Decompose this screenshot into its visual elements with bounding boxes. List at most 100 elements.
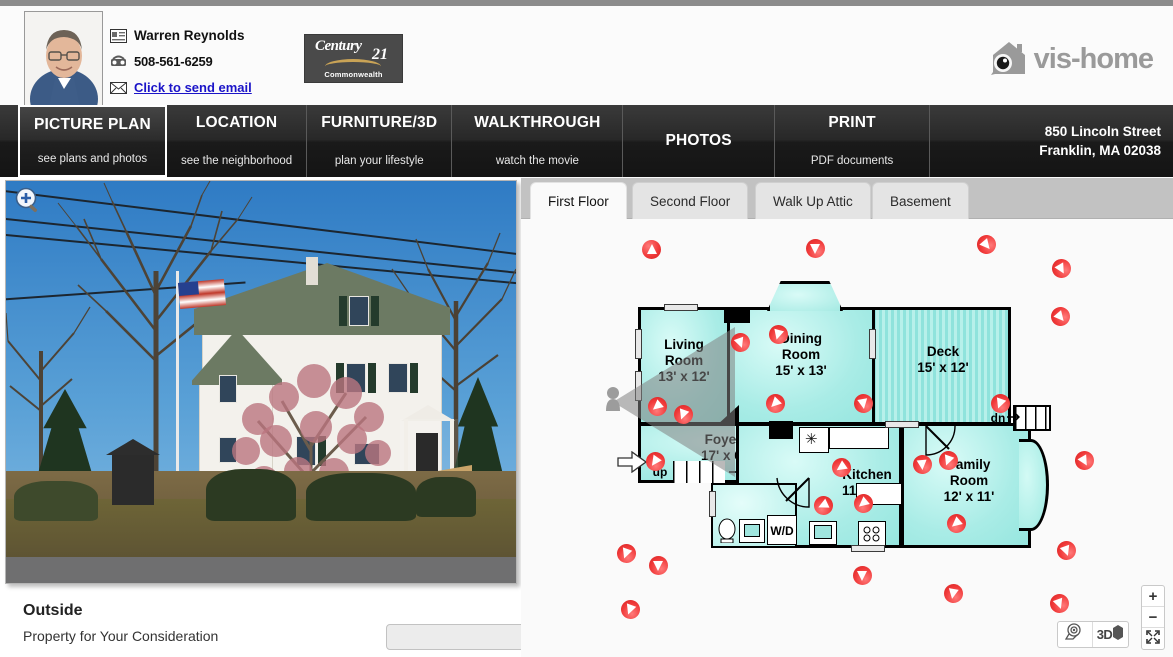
nav-title: WALKTHROUGH: [474, 114, 601, 131]
photo-title: Outside: [23, 602, 83, 619]
room-name-2: Room: [949, 473, 989, 488]
tab-label: First Floor: [548, 193, 609, 209]
nav-item-location[interactable]: LOCATION see the neighborhood: [167, 105, 308, 177]
fullscreen-expand-icon: [1146, 629, 1160, 648]
viewer-head-icon: [603, 385, 623, 416]
tab-second-floor[interactable]: Second Floor: [632, 182, 749, 219]
vis-home-logo[interactable]: vis-home: [987, 38, 1154, 81]
shrub: [14, 481, 98, 521]
send-email-link[interactable]: Click to send email: [134, 80, 252, 95]
shrub: [206, 469, 296, 521]
camera-marker[interactable]: [942, 582, 965, 605]
measuring-tape-icon: [1064, 623, 1085, 646]
camera-marker[interactable]: [618, 597, 643, 622]
view-tools: 3D: [1057, 621, 1129, 648]
envelope-icon: [110, 81, 127, 95]
tab-label: Basement: [890, 193, 951, 209]
wall-block: [724, 307, 750, 323]
nav-title: LOCATION: [195, 114, 278, 131]
nav-item-photos[interactable]: PHOTOS: [623, 105, 775, 177]
nav-subtitle: plan your lifestyle: [334, 155, 424, 167]
tab-first-floor[interactable]: First Floor: [530, 182, 627, 219]
main-content: Outside Property for Your Consideration …: [0, 177, 1173, 657]
floor-tabs: First Floor Second Floor Walk Up Attic B…: [521, 178, 1173, 219]
window-opening: [869, 329, 876, 359]
address-line-1: 850 Lincoln Street: [1044, 124, 1161, 139]
camera-marker[interactable]: [1048, 255, 1075, 282]
nav-item-furniture-3d[interactable]: FURNITURE/3D plan your lifestyle: [307, 105, 453, 177]
room-name-2: Room: [781, 347, 821, 362]
washer-dryer-label: W/D: [770, 524, 794, 538]
nav-subtitle: PDF documents: [810, 155, 894, 167]
family-room-bow-window: [1019, 439, 1049, 531]
door-swing-kitchen: [776, 477, 810, 516]
property-photo[interactable]: [5, 180, 517, 584]
room-dims: 12' x 11': [943, 489, 995, 504]
flag-canton: [177, 281, 200, 297]
camera-marker[interactable]: [1054, 538, 1079, 563]
window-opening: [664, 304, 698, 311]
agent-name: Warren Reynolds: [134, 28, 245, 43]
fullscreen-button[interactable]: [1142, 628, 1164, 649]
tab-label: Second Floor: [650, 193, 731, 209]
brokerage-name: Century: [315, 38, 362, 54]
room-name: Living: [664, 337, 704, 352]
century21-logo[interactable]: Century 21 Commonwealth: [304, 34, 403, 83]
nav-item-print[interactable]: PRINT PDF documents: [775, 105, 931, 177]
dining-bay-window: [767, 281, 843, 311]
camera-marker[interactable]: [649, 556, 668, 575]
camera-marker[interactable]: [642, 240, 661, 259]
property-address: 850 Lincoln Street Franklin, MA 02038: [1039, 122, 1173, 160]
camera-marker[interactable]: [614, 541, 639, 566]
tab-label: Walk Up Attic: [773, 193, 853, 209]
nav-subtitle: see plans and photos: [37, 153, 148, 165]
photo-caption-bar: Outside Property for Your Consideration: [5, 592, 526, 654]
agent-contact-block: Warren Reynolds 508-561-6259 Click to se…: [110, 24, 252, 102]
room-dims: 15' x 12': [917, 360, 969, 375]
agent-name-row: Warren Reynolds: [110, 24, 252, 47]
room-label-deck: Deck 15' x 12': [883, 344, 1003, 376]
kitchen-counter: [829, 427, 889, 449]
camera-marker[interactable]: [806, 239, 825, 258]
agent-email-row[interactable]: Click to send email: [110, 76, 252, 99]
road: [6, 557, 516, 583]
main-nav: PICTURE PLAN see plans and photos LOCATI…: [0, 105, 1173, 177]
nav-item-picture-plan[interactable]: PICTURE PLAN see plans and photos: [18, 105, 167, 177]
room-dims: 15' x 13': [775, 363, 827, 378]
camera-marker[interactable]: [1047, 303, 1074, 330]
nav-subtitle: watch the movie: [495, 155, 579, 167]
camera-marker[interactable]: [1047, 591, 1072, 616]
shrub: [306, 473, 416, 521]
camera-marker[interactable]: [1071, 447, 1098, 474]
agent-phone: 508-561-6259: [134, 54, 213, 69]
nav-title: PRINT: [828, 114, 876, 131]
3d-view-button[interactable]: 3D: [1093, 622, 1128, 647]
entry-direction-arrow-icon: [617, 450, 648, 478]
window-opening: [635, 329, 642, 359]
vanity-basin-icon: [744, 524, 760, 537]
photo-action-button[interactable]: [386, 624, 526, 650]
zoom-out-button[interactable]: −: [1142, 607, 1164, 628]
snowflake-icon: ✳: [805, 431, 818, 448]
zoom-in-button[interactable]: +: [1142, 586, 1164, 607]
nav-item-walkthrough[interactable]: WALKTHROUGH watch the movie: [452, 105, 624, 177]
floorplan-canvas[interactable]: Deck 15' x 12' Living Room 13' x 12' Din…: [521, 219, 1173, 657]
house-eye-logo-icon: [987, 38, 1031, 81]
sink-basin-icon: [814, 525, 832, 539]
room-label-family: Family Room 12' x 11': [921, 457, 1017, 505]
3d-label: 3D: [1096, 627, 1113, 642]
window-opening: [851, 545, 885, 552]
nav-subtitle: see the neighborhood: [180, 155, 293, 167]
measure-tool-button[interactable]: [1058, 622, 1093, 647]
roof-swoosh-icon: [325, 59, 381, 68]
tab-basement[interactable]: Basement: [872, 182, 969, 219]
camera-marker[interactable]: [853, 566, 872, 585]
telephone-icon: [110, 55, 127, 69]
agent-photo: [24, 11, 103, 106]
tab-walk-up-attic[interactable]: Walk Up Attic: [755, 182, 871, 219]
magnifier-plus-icon[interactable]: [14, 187, 42, 215]
camera-marker[interactable]: [973, 231, 1000, 258]
room-label-dining: Dining Room 15' x 13': [753, 331, 849, 379]
room-name: Deck: [926, 344, 960, 359]
id-card-icon: [110, 28, 127, 43]
